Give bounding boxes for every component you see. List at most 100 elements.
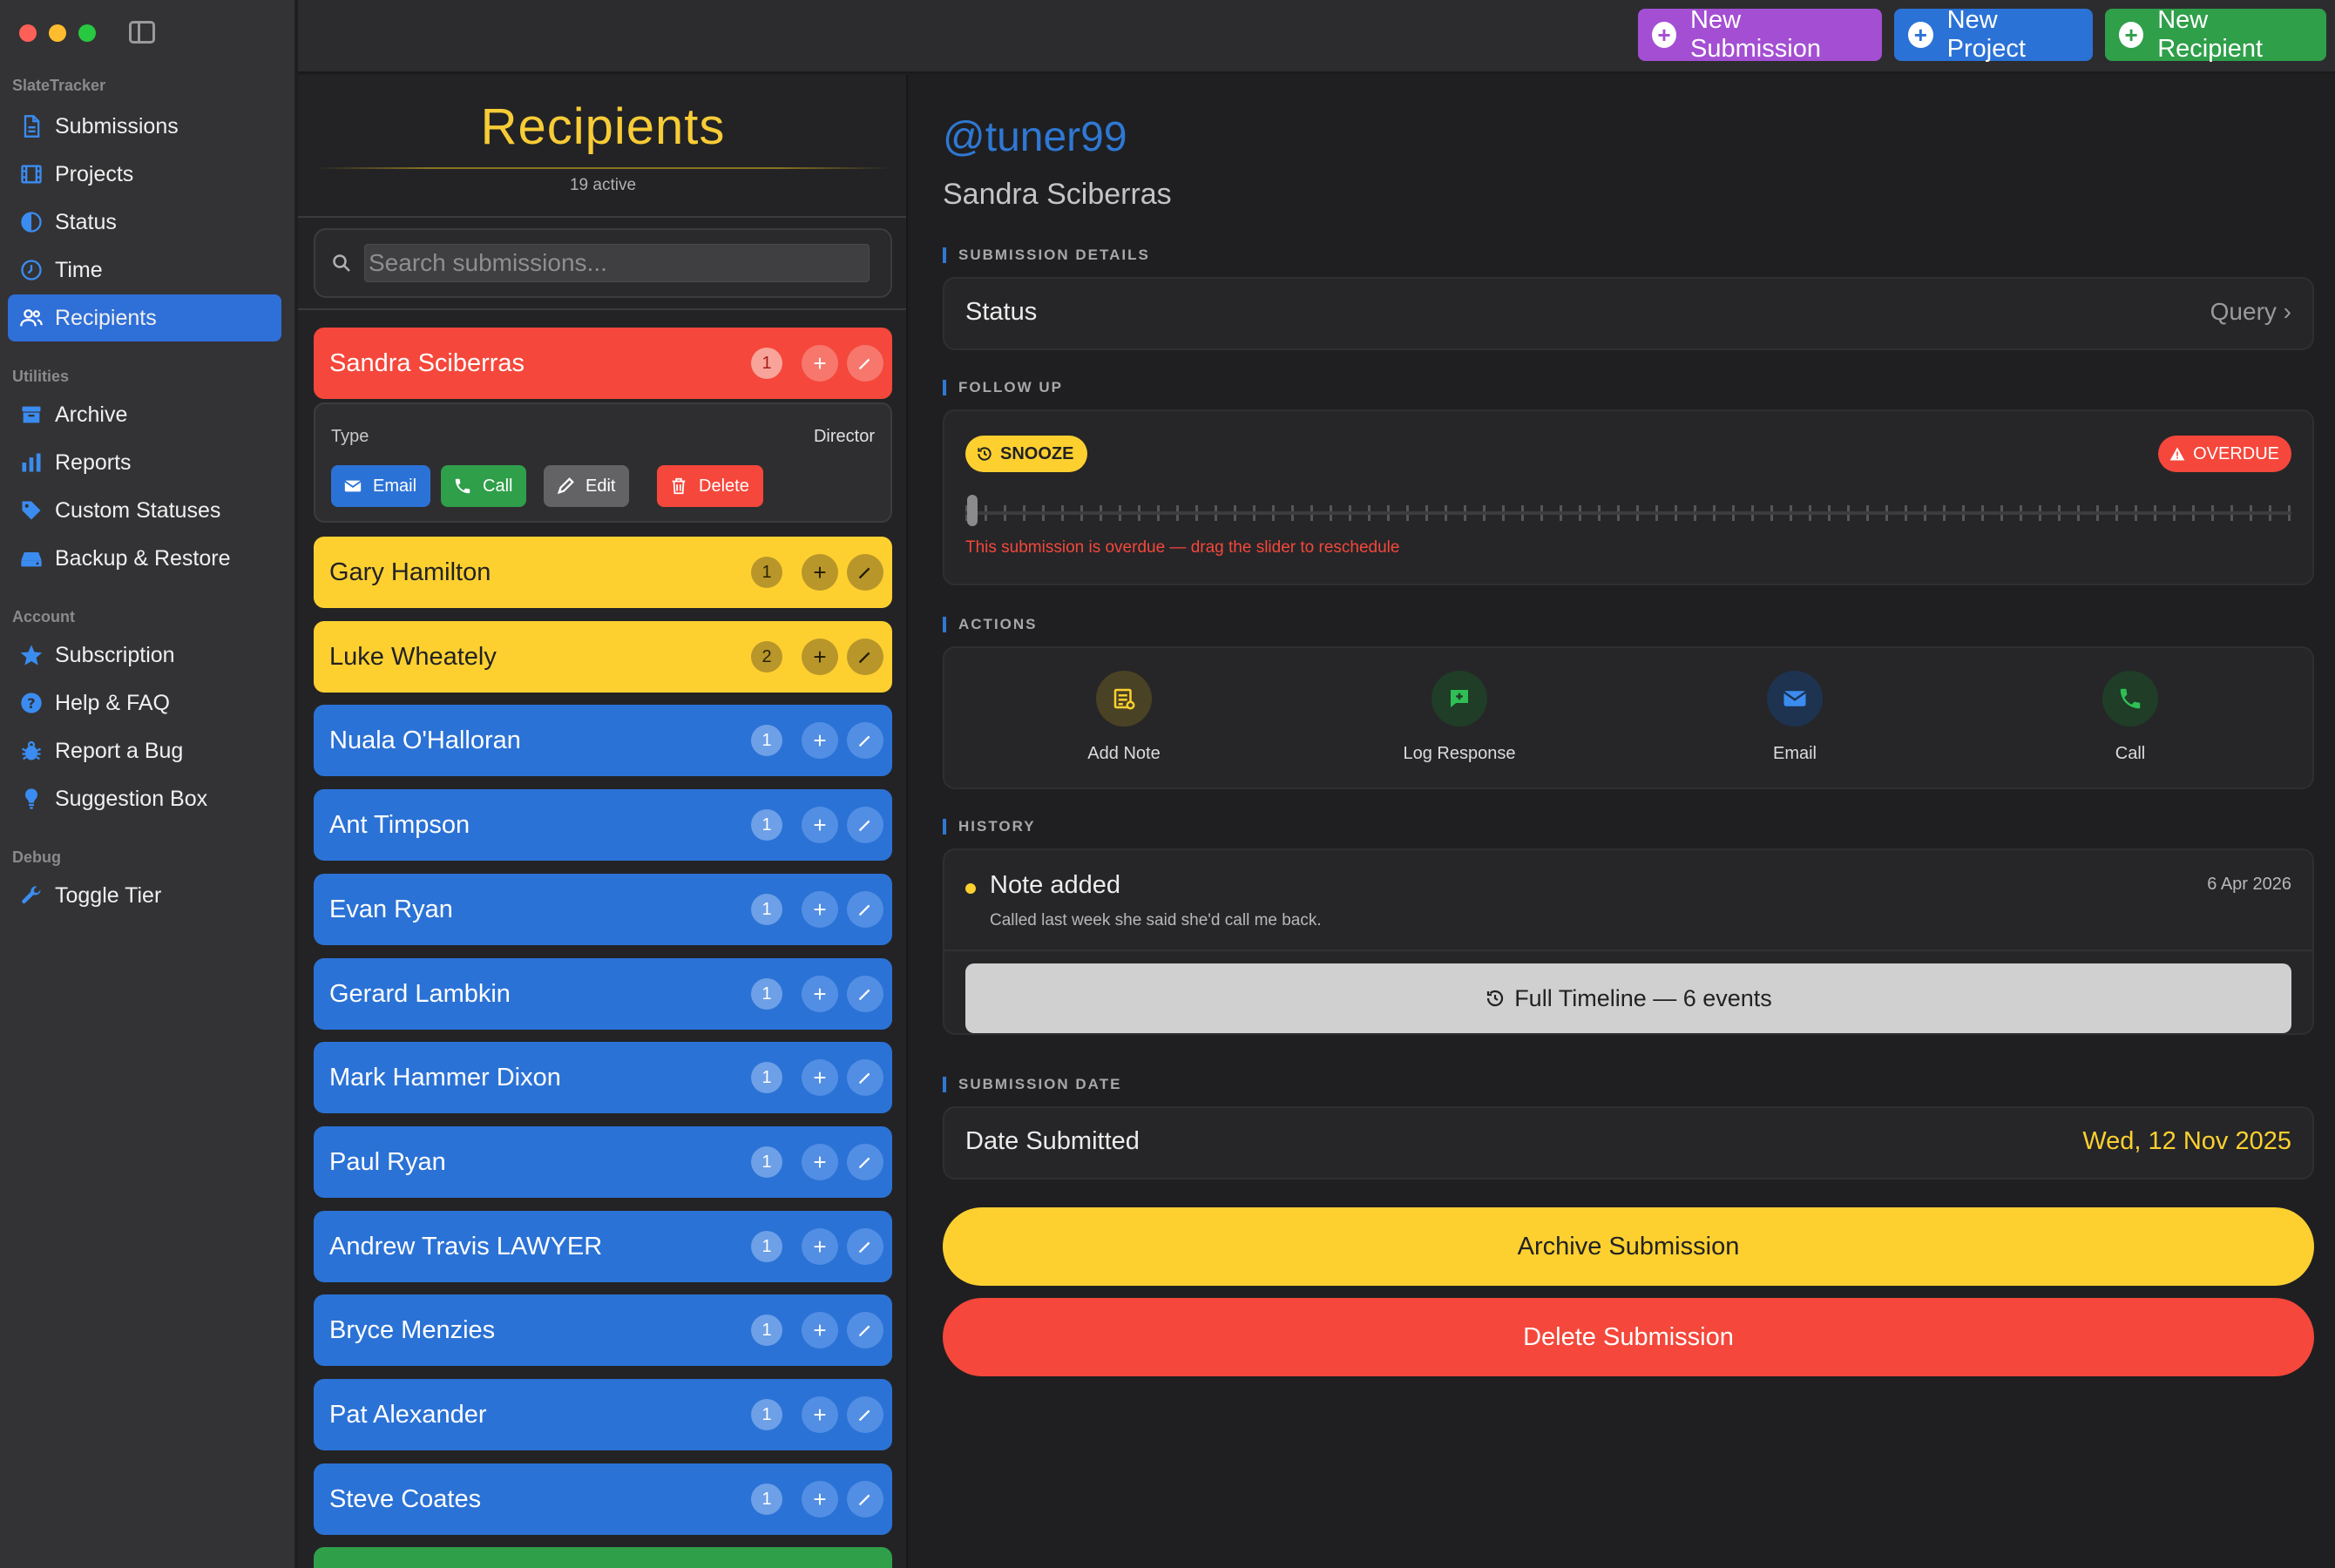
sidebar-item-toggle-tier[interactable]: Toggle Tier: [8, 872, 281, 919]
edit-pencil-icon[interactable]: [847, 1059, 883, 1096]
recipient-card-gary-hamilton[interactable]: Gary Hamilton 1 +: [314, 537, 892, 608]
submission-count-badge: 1: [751, 894, 782, 925]
delete-recipient-button[interactable]: Delete: [657, 465, 763, 507]
snooze-button[interactable]: SNOOZE: [965, 436, 1088, 472]
recipient-card-pat-alexander[interactable]: Pat Alexander 1 +: [314, 1379, 892, 1450]
add-icon[interactable]: +: [802, 1059, 838, 1096]
add-icon[interactable]: +: [802, 1481, 838, 1517]
plus-circle-icon: +: [1652, 22, 1677, 48]
edit-pencil-icon[interactable]: [847, 1481, 883, 1517]
new-project-button[interactable]: + New Project: [1894, 6, 2093, 63]
email-action[interactable]: Email: [1708, 671, 1882, 764]
edit-pencil-icon[interactable]: [847, 1144, 883, 1180]
full-timeline-button[interactable]: Full Timeline — 6 events: [965, 963, 2291, 1033]
call-recipient-button[interactable]: Call: [441, 465, 527, 507]
sidebar-item-report-bug[interactable]: Report a Bug: [8, 727, 281, 774]
status-row[interactable]: Status Query ›: [943, 277, 2314, 350]
archive-submission-button[interactable]: Archive Submission: [943, 1207, 2314, 1286]
zoom-window-button[interactable]: [78, 24, 96, 42]
edit-pencil-icon[interactable]: [847, 639, 883, 675]
add-icon[interactable]: +: [802, 1144, 838, 1180]
sidebar-toggle-icon[interactable]: [129, 21, 155, 44]
sidebar-item-label: Custom Statuses: [55, 497, 221, 523]
add-icon[interactable]: +: [802, 554, 838, 591]
document-icon: [18, 113, 44, 139]
new-submission-button[interactable]: + New Submission: [1638, 6, 1882, 63]
history-dot: [965, 883, 976, 894]
recipient-card-ant-timpson[interactable]: Ant Timpson 1 +: [314, 789, 892, 861]
sidebar-item-label: Backup & Restore: [55, 545, 231, 571]
sidebar-item-submissions[interactable]: Submissions: [8, 103, 281, 150]
recipient-handle: @tuner99: [943, 114, 1127, 160]
reschedule-slider-thumb[interactable]: [967, 495, 978, 526]
archive-box-icon: [18, 402, 44, 428]
sidebar-item-label: Suggestion Box: [55, 786, 208, 811]
edit-pencil-icon[interactable]: [847, 345, 883, 382]
section-label-account: Account: [12, 608, 75, 625]
edit-recipient-button[interactable]: Edit: [544, 465, 630, 507]
overdue-badge: OVERDUE: [2158, 436, 2291, 472]
edit-pencil-icon[interactable]: [847, 891, 883, 928]
sidebar-item-suggestion-box[interactable]: Suggestion Box: [8, 775, 281, 822]
delete-submission-button[interactable]: Delete Submission: [943, 1298, 2314, 1376]
log-response-action[interactable]: Log Response: [1372, 671, 1547, 764]
edit-pencil-icon[interactable]: [847, 807, 883, 843]
sidebar-item-projects[interactable]: Projects: [8, 151, 281, 198]
email-recipient-button[interactable]: Email: [331, 465, 431, 507]
sidebar-item-label: Status: [55, 209, 117, 234]
submission-count-badge: 1: [751, 1399, 782, 1430]
add-icon[interactable]: +: [802, 722, 838, 759]
status-label: Status: [965, 298, 1038, 326]
date-submitted-row[interactable]: Date Submitted Wed, 12 Nov 2025: [943, 1106, 2314, 1179]
edit-pencil-icon[interactable]: [847, 976, 883, 1012]
recipient-card-bryce-menzies[interactable]: Bryce Menzies 1 +: [314, 1294, 892, 1366]
sidebar-item-recipients[interactable]: Recipients: [8, 294, 281, 341]
recipient-card-steve-coates[interactable]: Steve Coates 1 +: [314, 1463, 892, 1535]
add-icon[interactable]: +: [802, 976, 838, 1012]
add-icon[interactable]: +: [802, 807, 838, 843]
question-icon: ?: [18, 690, 44, 716]
recipient-card-andrew-travis[interactable]: Andrew Travis LAWYER 1 +: [314, 1211, 892, 1282]
add-icon[interactable]: +: [802, 639, 838, 675]
edit-pencil-icon[interactable]: [847, 1228, 883, 1265]
recipient-card-sandra-sciberras[interactable]: Sandra Sciberras 1 +: [314, 328, 892, 399]
submission-detail-panel: @tuner99 Sandra Sciberras SUBMISSION DET…: [910, 75, 2335, 1568]
call-action[interactable]: Call: [2043, 671, 2217, 764]
history-entry-date: 6 Apr 2026: [2207, 875, 2291, 894]
edit-pencil-icon[interactable]: [847, 554, 883, 591]
sidebar-item-reports[interactable]: Reports: [8, 439, 281, 486]
sidebar-item-time[interactable]: Time: [8, 247, 281, 294]
sidebar-item-subscription[interactable]: Subscription: [8, 632, 281, 679]
search-input[interactable]: [364, 244, 870, 282]
half-circle-icon: [18, 209, 44, 235]
reschedule-slider-track[interactable]: [965, 505, 2291, 521]
new-recipient-button[interactable]: + New Recipient: [2105, 6, 2326, 63]
edit-pencil-icon[interactable]: [847, 1312, 883, 1348]
sidebar-item-status[interactable]: Status: [8, 199, 281, 246]
sidebar-item-help-faq[interactable]: ? Help & FAQ: [8, 679, 281, 727]
add-icon[interactable]: +: [802, 1228, 838, 1265]
sidebar-item-archive[interactable]: Archive: [8, 391, 281, 438]
add-icon[interactable]: +: [802, 1396, 838, 1433]
recipient-card-luke-wheately[interactable]: Luke Wheately 2 +: [314, 621, 892, 693]
recipient-name: Mark Hammer Dixon: [329, 1063, 561, 1092]
add-icon[interactable]: +: [802, 891, 838, 928]
edit-pencil-icon[interactable]: [847, 722, 883, 759]
search-icon: [333, 254, 350, 272]
sidebar-item-backup-restore[interactable]: Backup & Restore: [8, 535, 281, 582]
sidebar-item-custom-statuses[interactable]: Custom Statuses: [8, 487, 281, 534]
recipient-card-mark-hammer-dixon[interactable]: Mark Hammer Dixon 1 +: [314, 1042, 892, 1113]
recipient-card-gerard-lambkin[interactable]: Gerard Lambkin 1 +: [314, 958, 892, 1030]
recipient-card-nuala-ohalloran[interactable]: Nuala O'Halloran 1 +: [314, 705, 892, 776]
minimize-window-button[interactable]: [49, 24, 66, 42]
recipient-card-partial[interactable]: [314, 1547, 892, 1568]
recipient-card-evan-ryan[interactable]: Evan Ryan 1 +: [314, 874, 892, 945]
add-icon[interactable]: +: [802, 345, 838, 382]
recipient-name: Andrew Travis LAWYER: [329, 1232, 603, 1260]
edit-pencil-icon[interactable]: [847, 1396, 883, 1433]
recipient-card-paul-ryan[interactable]: Paul Ryan 1 +: [314, 1126, 892, 1198]
type-label: Type: [331, 427, 369, 446]
close-window-button[interactable]: [19, 24, 37, 42]
add-note-action[interactable]: Add Note: [1037, 671, 1211, 764]
add-icon[interactable]: +: [802, 1312, 838, 1348]
